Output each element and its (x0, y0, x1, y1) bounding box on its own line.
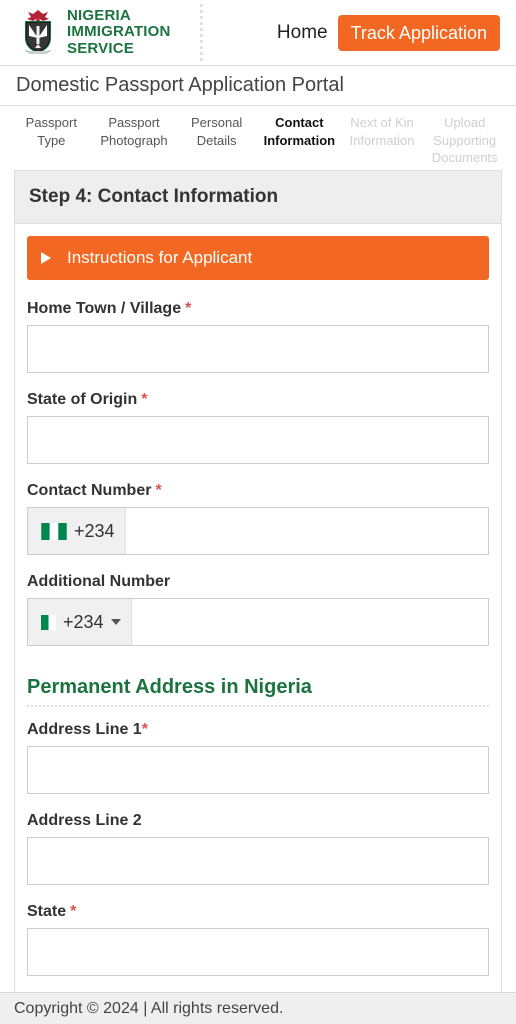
field-state: State * (27, 903, 489, 976)
nigeria-coat-of-arms-icon (18, 8, 58, 56)
brand-line-3: SERVICE (67, 39, 134, 57)
caret-down-icon[interactable] (110, 619, 121, 625)
contact-number-country-selector[interactable]: +234 (28, 508, 126, 554)
home-town-input[interactable] (27, 325, 489, 373)
brand: NIGERIA IMMIGRATION SERVICE (0, 8, 171, 56)
field-address-line-1: Address Line 1* (27, 721, 489, 794)
step-next-of-kin-information: Next of Kin Information (349, 115, 415, 148)
address-line-2-input[interactable] (27, 837, 489, 885)
additional-number-country-code: +234 (63, 611, 104, 632)
field-address-line-2: Address Line 2 (27, 812, 489, 885)
additional-number-group: +234 (27, 598, 489, 646)
step-upload-supporting-documents: Upload Supporting Documents (431, 115, 498, 166)
required-asterisk: * (185, 300, 192, 317)
field-home-town: Home Town / Village * (27, 300, 489, 373)
nigeria-flag-icon (41, 614, 56, 630)
site-header: NIGERIA IMMIGRATION SERVICE Home Track A… (0, 0, 516, 66)
header-nav: Home Track Application (277, 0, 500, 66)
section-divider (27, 705, 489, 707)
step-contact-information[interactable]: Contact Information (258, 114, 341, 149)
home-town-label: Home Town / Village * (27, 300, 489, 318)
contact-number-input[interactable] (125, 508, 488, 554)
required-asterisk: * (155, 482, 162, 499)
nav-home-link[interactable]: Home (277, 22, 328, 44)
state-label: State * (27, 903, 489, 921)
instructions-label: Instructions for Applicant (67, 248, 253, 267)
field-contact-number: Contact Number * +234 (27, 482, 489, 555)
additional-number-label: Additional Number (27, 573, 489, 591)
home-town-label-text: Home Town / Village (27, 300, 182, 317)
step-passport-type[interactable]: Passport Type (10, 114, 93, 149)
state-of-origin-label-text: State of Origin (27, 391, 138, 408)
contact-number-country-code: +234 (74, 520, 115, 541)
permanent-address-heading: Permanent Address in Nigeria (27, 676, 312, 698)
header-divider (200, 4, 203, 61)
brand-line-1: NIGERIA (67, 7, 131, 25)
portal-title-bar: Domestic Passport Application Portal (0, 66, 516, 106)
required-asterisk: * (141, 391, 148, 408)
contact-number-group: +234 (27, 507, 489, 555)
site-footer: Copyright © 2024 | All rights reserved. (0, 992, 516, 1024)
address-line-1-label: Address Line 1* (27, 721, 489, 739)
address-line-2-label: Address Line 2 (27, 812, 489, 830)
brand-line-2: IMMIGRATION (67, 23, 171, 41)
address-line-1-label-text: Address Line 1 (27, 721, 142, 738)
card-title: Step 4: Contact Information (15, 171, 501, 224)
state-label-text: State (27, 903, 67, 920)
step-personal-details[interactable]: Personal Details (175, 114, 258, 149)
state-input[interactable] (27, 928, 489, 976)
field-state-of-origin: State of Origin * (27, 391, 489, 464)
contact-number-label: Contact Number * (27, 482, 489, 500)
nigeria-flag-icon (41, 522, 67, 540)
step-passport-photograph[interactable]: Passport Photograph (93, 114, 176, 149)
form-scroll-area[interactable]: Step 4: Contact Information Instructions… (0, 160, 516, 992)
contact-information-card: Step 4: Contact Information Instructions… (14, 170, 502, 992)
brand-text: NIGERIA IMMIGRATION SERVICE (67, 8, 171, 56)
page-title: Domestic Passport Application Portal (16, 74, 344, 96)
additional-number-input[interactable] (131, 599, 488, 645)
required-asterisk: * (70, 903, 77, 920)
field-additional-number: Additional Number +234 (27, 573, 489, 646)
additional-number-label-text: Additional Number (27, 573, 171, 590)
card-body: Instructions for Applicant Home Town / V… (15, 224, 501, 976)
state-of-origin-label: State of Origin * (27, 391, 489, 409)
caret-right-icon (41, 252, 51, 264)
instructions-accordion[interactable]: Instructions for Applicant (27, 236, 489, 280)
contact-number-label-text: Contact Number (27, 482, 152, 499)
state-of-origin-input[interactable] (27, 416, 489, 464)
copyright-text: Copyright © 2024 | All rights reserved. (14, 999, 284, 1017)
track-application-button[interactable]: Track Application (337, 15, 500, 51)
required-asterisk: * (141, 721, 148, 738)
address-line-2-label-text: Address Line 2 (27, 812, 142, 829)
address-line-1-input[interactable] (27, 746, 489, 794)
additional-number-country-selector[interactable]: +234 (28, 599, 132, 645)
